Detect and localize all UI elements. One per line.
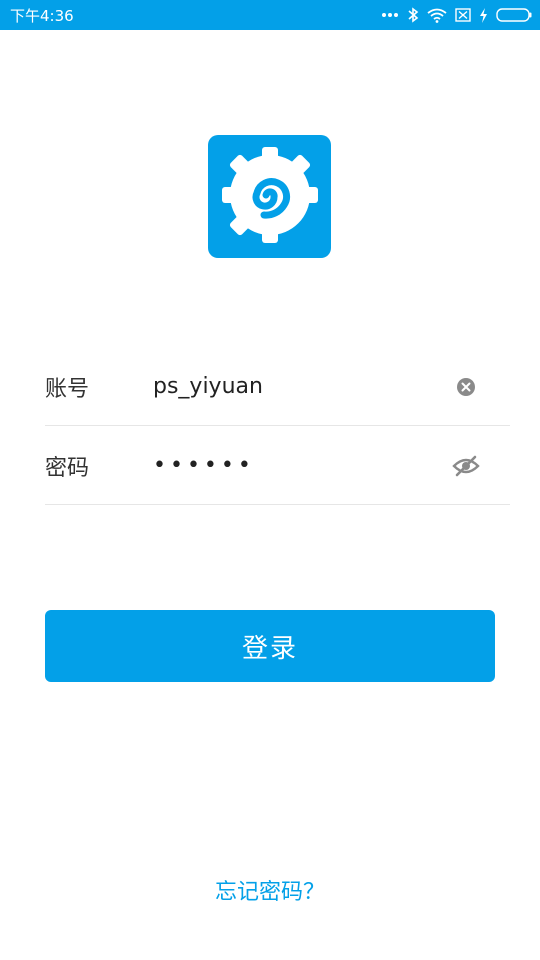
wifi-icon: [427, 8, 447, 23]
app-logo: [208, 135, 331, 258]
account-input[interactable]: ps_yiyuan: [153, 374, 444, 399]
clear-input-icon[interactable]: [444, 365, 488, 409]
status-icons: [381, 7, 532, 23]
bluetooth-icon: [407, 7, 419, 23]
account-label: 账号: [45, 376, 90, 402]
login-button[interactable]: 登录: [45, 610, 495, 682]
password-label: 密码: [45, 455, 90, 481]
charging-icon: [479, 7, 488, 23]
no-sim-icon: [455, 8, 471, 22]
password-row: 密码 ••••••: [45, 427, 510, 505]
hide-password-eye-icon[interactable]: [444, 444, 488, 488]
account-row: 账号 ps_yiyuan: [45, 348, 510, 426]
password-input[interactable]: ••••••: [153, 453, 444, 478]
forgot-password-link[interactable]: 忘记密码？: [0, 874, 540, 906]
status-bar: 下午4:36: [0, 0, 540, 30]
status-time: 下午4:36: [10, 6, 74, 25]
app-logo-gear-swirl-icon: [218, 143, 322, 251]
battery-icon: [496, 8, 532, 22]
more-dots-icon: [381, 12, 399, 18]
